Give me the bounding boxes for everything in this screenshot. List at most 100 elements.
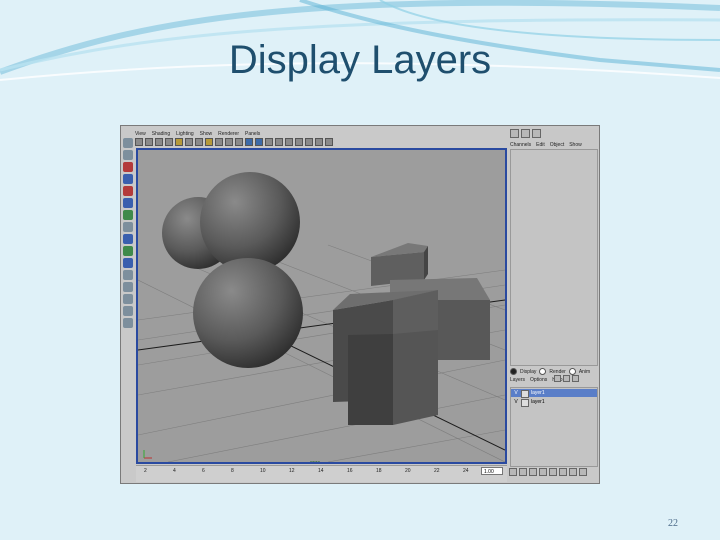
new-layer-selected-icon[interactable] <box>563 375 570 382</box>
time-tick: 12 <box>289 468 295 474</box>
viewport-menubar: View Shading Lighting Show Renderer Pane… <box>135 130 260 138</box>
grid-icon[interactable] <box>175 138 183 146</box>
time-tick: 16 <box>347 468 353 474</box>
layout-graph-icon[interactable] <box>123 294 133 304</box>
menu-lighting[interactable]: Lighting <box>176 130 194 138</box>
textured-icon[interactable] <box>265 138 273 146</box>
camera-attributes-icon[interactable] <box>145 138 153 146</box>
shadows-icon[interactable] <box>285 138 293 146</box>
channel-box-panel: Channels Edit Object Show Display Render… <box>510 129 598 467</box>
play-backwards-icon[interactable] <box>539 468 547 476</box>
time-tick: 24 <box>463 468 469 474</box>
layer-name: layer1 <box>531 390 545 396</box>
layer-playback-toggle[interactable] <box>521 399 529 407</box>
rotate-tool-icon[interactable] <box>123 186 133 196</box>
isolate-select-icon[interactable] <box>305 138 313 146</box>
lights-icon[interactable] <box>275 138 283 146</box>
gate-mask-icon[interactable] <box>205 138 213 146</box>
last-tool-icon[interactable] <box>123 234 133 244</box>
panel-toolbar <box>510 129 598 139</box>
wireframe-icon[interactable] <box>245 138 253 146</box>
menu-view[interactable]: View <box>135 130 146 138</box>
layer-list: V layer1 V layer1 <box>510 387 598 467</box>
menu-options[interactable]: Options <box>530 377 547 383</box>
delete-layer-icon[interactable] <box>572 375 579 382</box>
channel-box-area[interactable] <box>510 149 598 366</box>
time-slider[interactable]: 2 4 6 8 10 12 14 16 18 20 22 24 <box>136 465 507 482</box>
layer-mode-render: Render <box>549 368 566 375</box>
soft-mod-icon[interactable] <box>123 222 133 232</box>
layer-playback-toggle[interactable] <box>521 390 529 398</box>
step-forward-key-icon[interactable] <box>559 468 567 476</box>
field-chart-icon[interactable] <box>215 138 223 146</box>
safe-action-icon[interactable] <box>225 138 233 146</box>
layout-custom-icon[interactable] <box>123 318 133 328</box>
resolution-gate-icon[interactable] <box>195 138 203 146</box>
perspective-viewport[interactable]: persp <box>136 148 507 464</box>
menu-edit[interactable]: Edit <box>536 142 545 148</box>
layer-buttons <box>554 375 579 382</box>
channel-box-menu: Channels Edit Object Show <box>510 142 582 148</box>
radio-display[interactable] <box>510 368 517 375</box>
paint-select-icon[interactable] <box>123 162 133 172</box>
viewport-camera-label: persp <box>310 459 321 464</box>
lasso-tool-icon[interactable] <box>123 150 133 160</box>
layout-outliner-icon[interactable] <box>123 282 133 292</box>
frame-selected-icon[interactable] <box>325 138 333 146</box>
go-to-start-icon[interactable] <box>509 468 517 476</box>
tool-settings-icon[interactable] <box>521 129 530 138</box>
time-tick: 6 <box>202 468 205 474</box>
viewport-toolbar <box>135 138 509 147</box>
image-plane-icon[interactable] <box>165 138 173 146</box>
playback-controls <box>509 468 595 478</box>
time-tick: 20 <box>405 468 411 474</box>
menu-object[interactable]: Object <box>550 142 564 148</box>
layer-mode-anim: Anim <box>578 368 591 375</box>
step-back-key-icon[interactable] <box>529 468 537 476</box>
maya-window: View Shading Lighting Show Renderer Pane… <box>120 125 600 484</box>
menu-show[interactable]: Show <box>569 142 582 148</box>
toolbox <box>122 136 134 461</box>
new-layer-icon[interactable] <box>554 375 561 382</box>
layout-single-icon[interactable] <box>123 246 133 256</box>
menu-channels[interactable]: Channels <box>510 142 531 148</box>
go-to-end-icon[interactable] <box>579 468 587 476</box>
menu-panels[interactable]: Panels <box>245 130 260 138</box>
attribute-editor-icon[interactable] <box>510 129 519 138</box>
current-time-field[interactable]: 1.00 <box>481 467 503 475</box>
radio-anim[interactable] <box>568 368 576 375</box>
layer-visibility-toggle[interactable]: V <box>513 389 519 397</box>
layer-visibility-toggle[interactable]: V <box>513 398 519 406</box>
select-tool-icon[interactable] <box>123 138 133 148</box>
scale-tool-icon[interactable] <box>123 198 133 208</box>
film-gate-icon[interactable] <box>185 138 193 146</box>
slide-title: Display Layers <box>228 38 492 82</box>
manipulator-icon[interactable] <box>123 210 133 220</box>
play-forwards-icon[interactable] <box>549 468 557 476</box>
menu-show[interactable]: Show <box>200 130 213 138</box>
time-tick: 2 <box>144 468 147 474</box>
layer-row[interactable]: V layer1 <box>511 398 597 407</box>
layer-mode-options: Display Render Anim <box>510 368 590 375</box>
layout-side-icon[interactable] <box>123 270 133 280</box>
layout-four-icon[interactable] <box>123 258 133 268</box>
time-tick: 8 <box>231 468 234 474</box>
bookmark-icon[interactable] <box>155 138 163 146</box>
move-tool-icon[interactable] <box>123 174 133 184</box>
camera-icon[interactable] <box>135 138 143 146</box>
layout-hypershade-icon[interactable] <box>123 306 133 316</box>
time-tick: 4 <box>173 468 176 474</box>
step-back-icon[interactable] <box>519 468 527 476</box>
menu-layers[interactable]: Layers <box>510 377 525 383</box>
time-tick: 22 <box>434 468 440 474</box>
menu-renderer[interactable]: Renderer <box>218 130 239 138</box>
layer-row[interactable]: V layer1 <box>511 389 597 398</box>
frame-all-icon[interactable] <box>315 138 323 146</box>
radio-render[interactable] <box>539 368 547 375</box>
channel-box-icon[interactable] <box>532 129 541 138</box>
step-forward-icon[interactable] <box>569 468 577 476</box>
menu-shading[interactable]: Shading <box>152 130 170 138</box>
xray-icon[interactable] <box>295 138 303 146</box>
smooth-shade-icon[interactable] <box>255 138 263 146</box>
safe-title-icon[interactable] <box>235 138 243 146</box>
